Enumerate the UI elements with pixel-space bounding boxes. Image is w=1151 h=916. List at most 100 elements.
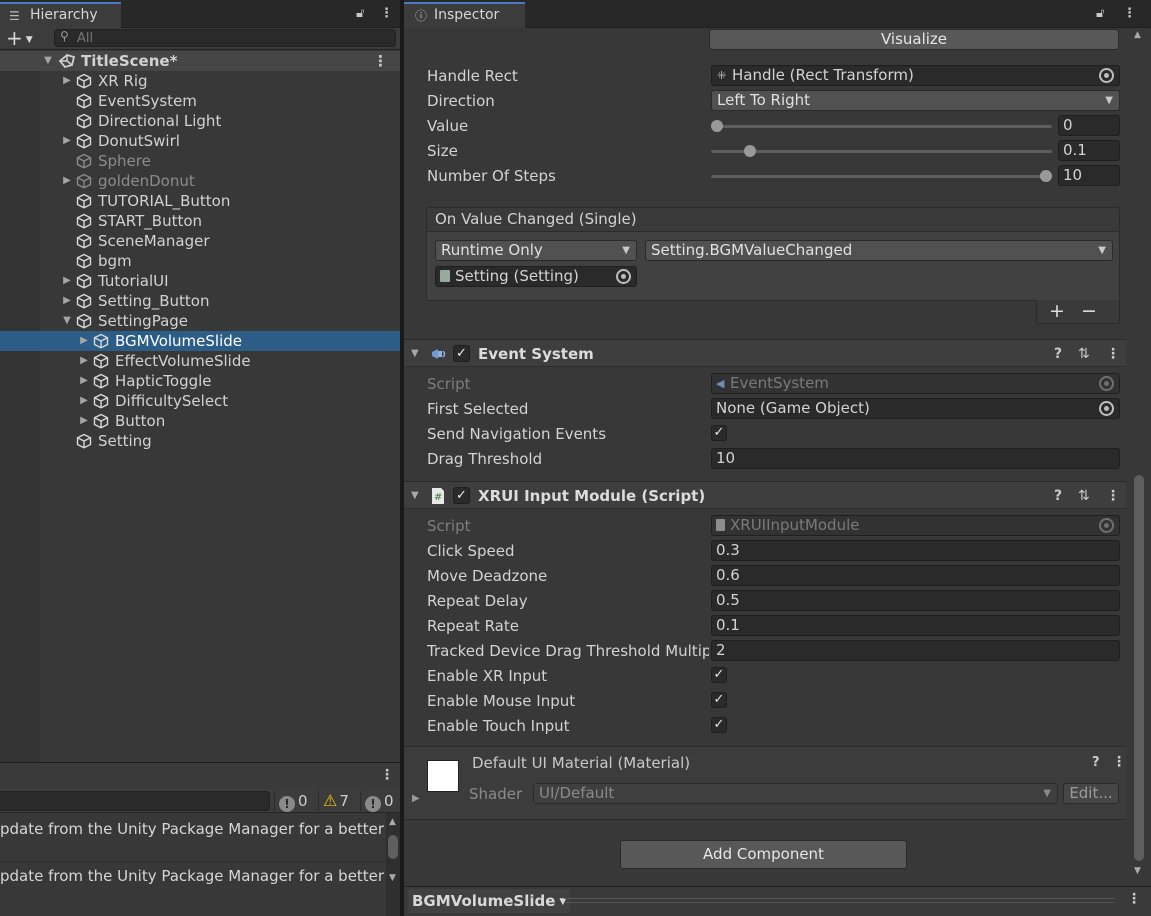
hierarchy-search[interactable]: ⚲	[54, 29, 396, 47]
expand-arrow-icon[interactable]: ▶	[61, 171, 73, 191]
scroll-thumb[interactable]	[388, 835, 398, 859]
xrui-input-module-header[interactable]: ▼ # ✓ XRUI Input Module (Script) ? ⇅ ⋮	[404, 481, 1126, 509]
add-listener-button[interactable]: +	[1049, 300, 1065, 322]
hierarchy-item[interactable]: bgm	[0, 251, 400, 271]
shader-edit-button[interactable]: Edit...	[1063, 783, 1119, 804]
scroll-down-icon[interactable]: ▼	[1134, 866, 1141, 876]
add-component-button[interactable]: Add Component	[620, 840, 907, 869]
function-dropdown[interactable]: Setting.BGMValueChanged ▼	[645, 240, 1113, 261]
hierarchy-item[interactable]: START_Button	[0, 211, 400, 231]
direction-dropdown[interactable]: Left To Right ▼	[711, 90, 1120, 111]
inspector-scrollbar[interactable]: ▲ ▼	[1126, 28, 1151, 886]
drag-handle[interactable]	[564, 898, 1114, 903]
click-speed-input[interactable]: 0.3	[711, 540, 1120, 561]
help-icon[interactable]: ?	[1092, 755, 1100, 770]
console-search-input[interactable]	[0, 791, 270, 811]
expand-arrow-icon[interactable]: ▶	[78, 411, 90, 431]
foldout-arrow-icon[interactable]: ▼	[411, 482, 419, 510]
tracked-drag-input[interactable]: 2	[711, 640, 1120, 661]
repeat-rate-input[interactable]: 0.1	[711, 615, 1120, 636]
hierarchy-item[interactable]: Sphere	[0, 151, 400, 171]
size-slider-thumb[interactable]	[743, 145, 756, 157]
hierarchy-item[interactable]: ▶ TutorialUI	[0, 271, 400, 291]
warning-count-toggle[interactable]: ⚠ 7	[318, 791, 358, 811]
preset-sliders-icon[interactable]: ⇅	[1078, 482, 1090, 510]
expand-arrow-icon[interactable]: ▼	[42, 51, 54, 71]
kebab-menu-icon[interactable]: ⋮	[1112, 754, 1126, 770]
hierarchy-item[interactable]: TUTORIAL_Button	[0, 191, 400, 211]
object-picker-icon[interactable]	[1099, 68, 1114, 83]
expand-arrow-icon[interactable]: ▶	[78, 331, 90, 351]
object-picker-icon[interactable]	[616, 269, 631, 284]
value-slider-track[interactable]	[711, 125, 1052, 128]
hierarchy-item[interactable]: Directional Light	[0, 111, 400, 131]
enable-xr-checkbox[interactable]: ✓	[711, 667, 727, 683]
search-input[interactable]	[77, 30, 387, 46]
hierarchy-item[interactable]: ▼ SettingPage	[0, 311, 400, 331]
scroll-up-icon[interactable]: ▲	[389, 817, 396, 827]
xrui-enabled-checkbox[interactable]: ✓	[453, 487, 470, 504]
hierarchy-item[interactable]: SceneManager	[0, 231, 400, 251]
steps-slider-thumb[interactable]	[1040, 170, 1052, 182]
scene-row[interactable]: ▼ TitleScene* ⋮	[0, 51, 400, 71]
kebab-menu-icon[interactable]: ⋮	[1123, 6, 1136, 21]
value-slider-thumb[interactable]	[711, 120, 723, 132]
event-system-enabled-checkbox[interactable]: ✓	[453, 345, 470, 362]
event-target-field[interactable]: Setting (Setting)	[435, 266, 637, 287]
kebab-menu-icon[interactable]: ⋮	[1106, 340, 1120, 368]
console-message[interactable]: pdate from the Unity Package Manager for…	[0, 815, 386, 861]
info-count-toggle[interactable]: ! 0	[274, 791, 314, 812]
size-input[interactable]: 0.1	[1058, 140, 1120, 161]
hierarchy-item[interactable]: EventSystem	[0, 91, 400, 111]
help-icon[interactable]: ?	[1054, 482, 1062, 510]
expand-arrow-icon[interactable]: ▶	[78, 391, 90, 411]
kebab-menu-icon[interactable]: ⋮	[373, 51, 388, 71]
shader-dropdown[interactable]: UI/Default ▼	[533, 783, 1058, 804]
hierarchy-item[interactable]: ▶ HapticToggle	[0, 371, 400, 391]
expand-arrow-icon[interactable]: ▶	[61, 291, 73, 311]
expand-arrow-icon[interactable]: ▶	[61, 271, 73, 291]
scroll-up-icon[interactable]: ▲	[1134, 30, 1141, 40]
hierarchy-item[interactable]: ▶ Button	[0, 411, 400, 431]
runtime-mode-dropdown[interactable]: Runtime Only ▼	[435, 240, 637, 261]
hierarchy-item[interactable]: ▶ BGMVolumeSlide	[0, 331, 400, 351]
console-message[interactable]: pdate from the Unity Package Manager for…	[0, 862, 386, 908]
preset-sliders-icon[interactable]: ⇅	[1078, 340, 1090, 368]
steps-input[interactable]: 10	[1058, 165, 1120, 186]
error-count-toggle[interactable]: ! 0	[360, 791, 400, 812]
hierarchy-item[interactable]: ▶ goldenDonut	[0, 171, 400, 191]
scroll-down-icon[interactable]: ▼	[389, 873, 396, 883]
send-nav-checkbox[interactable]: ✓	[711, 425, 727, 441]
object-picker-icon[interactable]	[1099, 401, 1114, 416]
size-slider-track[interactable]	[711, 150, 1052, 153]
enable-touch-checkbox[interactable]: ✓	[711, 717, 727, 733]
create-dropdown[interactable]: + ▼	[6, 28, 42, 49]
lock-icon[interactable]: 🔓︎	[356, 6, 364, 21]
visualize-button[interactable]: Visualize	[709, 29, 1119, 50]
tab-inspector[interactable]: ⓘ Inspector	[404, 2, 525, 28]
kebab-menu-icon[interactable]: ⋮	[1106, 482, 1120, 510]
expand-arrow-icon[interactable]: ▼	[61, 311, 73, 331]
expand-arrow-icon[interactable]: ▶	[78, 351, 90, 371]
lock-icon[interactable]: 🔓︎	[1096, 6, 1104, 21]
foldout-arrow-icon[interactable]: ▶	[412, 793, 420, 804]
steps-slider-track[interactable]	[711, 175, 1052, 178]
hierarchy-item[interactable]: Setting	[0, 431, 400, 451]
hierarchy-item[interactable]: ▶ Setting_Button	[0, 291, 400, 311]
scroll-thumb[interactable]	[1134, 475, 1144, 861]
kebab-menu-icon[interactable]: ⋮	[380, 767, 394, 783]
console-scrollbar[interactable]: ▲ ▼	[386, 813, 400, 916]
expand-arrow-icon[interactable]: ▶	[61, 71, 73, 91]
event-system-header[interactable]: ▼ ✓ Event System ? ⇅ ⋮	[404, 339, 1126, 367]
handle-rect-field[interactable]: ⁜ Handle (Rect Transform)	[711, 65, 1120, 86]
repeat-delay-input[interactable]: 0.5	[711, 590, 1120, 611]
hierarchy-item[interactable]: ▶ EffectVolumeSlide	[0, 351, 400, 371]
preview-object-dropdown[interactable]: BGMVolumeSlide ▼	[408, 889, 571, 913]
remove-listener-button[interactable]: −	[1081, 300, 1097, 322]
foldout-arrow-icon[interactable]: ▼	[411, 340, 419, 368]
value-input[interactable]: 0	[1058, 115, 1120, 136]
move-deadzone-input[interactable]: 0.6	[711, 565, 1120, 586]
tab-hierarchy[interactable]: ☰ Hierarchy	[0, 2, 121, 28]
hierarchy-item[interactable]: ▶ XR Rig	[0, 71, 400, 91]
kebab-menu-icon[interactable]: ⋮	[380, 6, 393, 21]
